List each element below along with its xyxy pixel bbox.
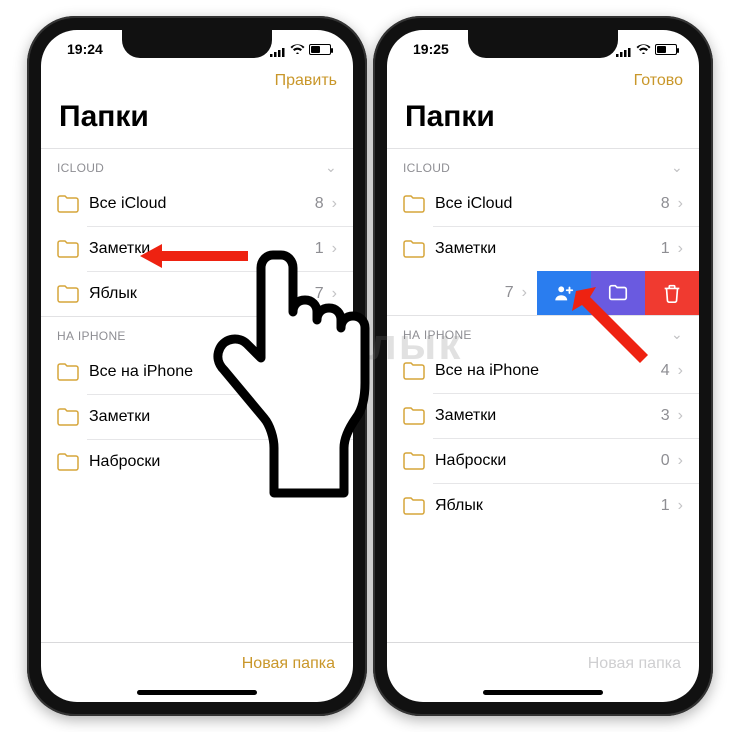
chevron-right-icon: ›: [678, 240, 683, 258]
folder-label: Заметки: [89, 408, 315, 426]
folder-row[interactable]: Яблык 1 ›: [387, 484, 699, 528]
folder-label: Заметки: [89, 240, 315, 258]
folder-row[interactable]: Заметки 3 ›: [41, 395, 353, 439]
chevron-right-icon: ›: [522, 284, 527, 302]
folder-label: Наброски: [89, 453, 324, 471]
folder-icon: [403, 407, 425, 425]
phone-left: 19:24 Править Папки ICLOUD ⌄ Все iCloud …: [27, 16, 367, 716]
chevron-right-icon: ›: [678, 407, 683, 425]
notch: [122, 30, 272, 58]
delete-button[interactable]: [645, 271, 699, 315]
section-header-icloud[interactable]: ICLOUD ⌄: [387, 148, 699, 182]
swipe-actions-row: 7 ›: [387, 271, 699, 315]
folder-label: Яблык: [89, 285, 315, 303]
folder-label: Заметки: [435, 240, 661, 258]
folder-count: 7: [315, 285, 324, 303]
folder-icon: [403, 240, 425, 258]
bottom-toolbar: Новая папка: [41, 642, 353, 702]
folder-row[interactable]: Яблык 7 ›: [41, 272, 353, 316]
chevron-right-icon: ›: [332, 285, 337, 303]
section-label: ICLOUD: [57, 161, 104, 175]
share-person-button[interactable]: [537, 271, 591, 315]
home-indicator[interactable]: [483, 690, 603, 695]
folder-count: 1: [661, 497, 670, 515]
folder-icon: [403, 452, 425, 470]
chevron-down-icon: ⌄: [325, 327, 337, 344]
chevron-down-icon: ⌄: [671, 326, 683, 343]
page-title: Папки: [41, 98, 353, 148]
folder-icon: [57, 363, 79, 381]
folder-row[interactable]: Наброски 0 ›: [387, 439, 699, 483]
folder-label: Яблык: [435, 497, 661, 515]
chevron-right-icon: ›: [678, 362, 683, 380]
battery-icon: [655, 44, 677, 55]
home-indicator[interactable]: [137, 690, 257, 695]
folder-row[interactable]: Все на iPhone 4 ›: [387, 349, 699, 393]
folder-row[interactable]: Все на iPhone 4 ›: [41, 350, 353, 394]
folder-icon: [57, 453, 79, 471]
phone-right: 19:25 Готово Папки ICLOUD ⌄ Все iCloud 8…: [373, 16, 713, 716]
chevron-down-icon: ⌄: [325, 159, 337, 176]
bottom-toolbar: Новая папка: [387, 642, 699, 702]
folder-count: 8: [315, 195, 324, 213]
folder-count: 1: [315, 240, 324, 258]
chevron-right-icon: ›: [678, 497, 683, 515]
status-time: 19:25: [413, 41, 449, 57]
chevron-down-icon: ⌄: [671, 159, 683, 176]
folder-count: 1: [661, 240, 670, 258]
chevron-right-icon: ›: [332, 363, 337, 381]
edit-button[interactable]: Править: [275, 72, 337, 90]
section-label: НА IPHONE: [57, 329, 126, 343]
folder-icon: [57, 408, 79, 426]
new-folder-button: Новая папка: [588, 655, 681, 673]
folder-count: 7: [505, 284, 514, 302]
folder-row[interactable]: Заметки 1 ›: [41, 227, 353, 271]
folder-label: Наброски: [435, 452, 661, 470]
section-header-icloud[interactable]: ICLOUD ⌄: [41, 148, 353, 182]
folder-row[interactable]: Заметки 1 ›: [387, 227, 699, 271]
chevron-right-icon: ›: [678, 452, 683, 470]
folder-count: 4: [661, 362, 670, 380]
section-header-iphone[interactable]: НА IPHONE ⌄: [41, 316, 353, 350]
folder-icon: [57, 195, 79, 213]
page-title: Папки: [387, 98, 699, 148]
folder-icon: [403, 362, 425, 380]
folder-count: 3: [661, 407, 670, 425]
section-label: НА IPHONE: [403, 328, 472, 342]
folder-label: Все на iPhone: [89, 363, 315, 381]
folder-count: 3: [315, 408, 324, 426]
folder-count: 0: [661, 452, 670, 470]
move-folder-button[interactable]: [591, 271, 645, 315]
chevron-right-icon: ›: [678, 195, 683, 213]
folder-row[interactable]: Все iCloud 8 ›: [387, 182, 699, 226]
chevron-right-icon: ›: [332, 240, 337, 258]
signal-icon: [270, 44, 286, 54]
new-folder-button[interactable]: Новая папка: [242, 655, 335, 673]
folder-count: 8: [661, 195, 670, 213]
wifi-icon: [636, 41, 651, 57]
signal-icon: [616, 44, 632, 54]
folder-label: Все на iPhone: [435, 362, 661, 380]
status-time: 19:24: [67, 41, 103, 57]
folder-icon: [403, 497, 425, 515]
folder-icon: [403, 195, 425, 213]
folder-icon: [57, 285, 79, 303]
folder-row[interactable]: Заметки 3 ›: [387, 394, 699, 438]
chevron-right-icon: ›: [332, 408, 337, 426]
section-header-iphone[interactable]: НА IPHONE ⌄: [387, 315, 699, 349]
folder-label: Все iCloud: [435, 195, 661, 213]
wifi-icon: [290, 41, 305, 57]
done-button[interactable]: Готово: [634, 72, 683, 90]
notch: [468, 30, 618, 58]
folder-row[interactable]: Все iCloud 8 ›: [41, 182, 353, 226]
folder-label: Все iCloud: [89, 195, 315, 213]
folder-icon: [57, 240, 79, 258]
battery-icon: [309, 44, 331, 55]
section-label: ICLOUD: [403, 161, 450, 175]
chevron-right-icon: ›: [332, 453, 337, 471]
folder-row[interactable]: Наброски ›: [41, 440, 353, 484]
folder-count: 4: [315, 363, 324, 381]
folder-label: Заметки: [435, 407, 661, 425]
chevron-right-icon: ›: [332, 195, 337, 213]
